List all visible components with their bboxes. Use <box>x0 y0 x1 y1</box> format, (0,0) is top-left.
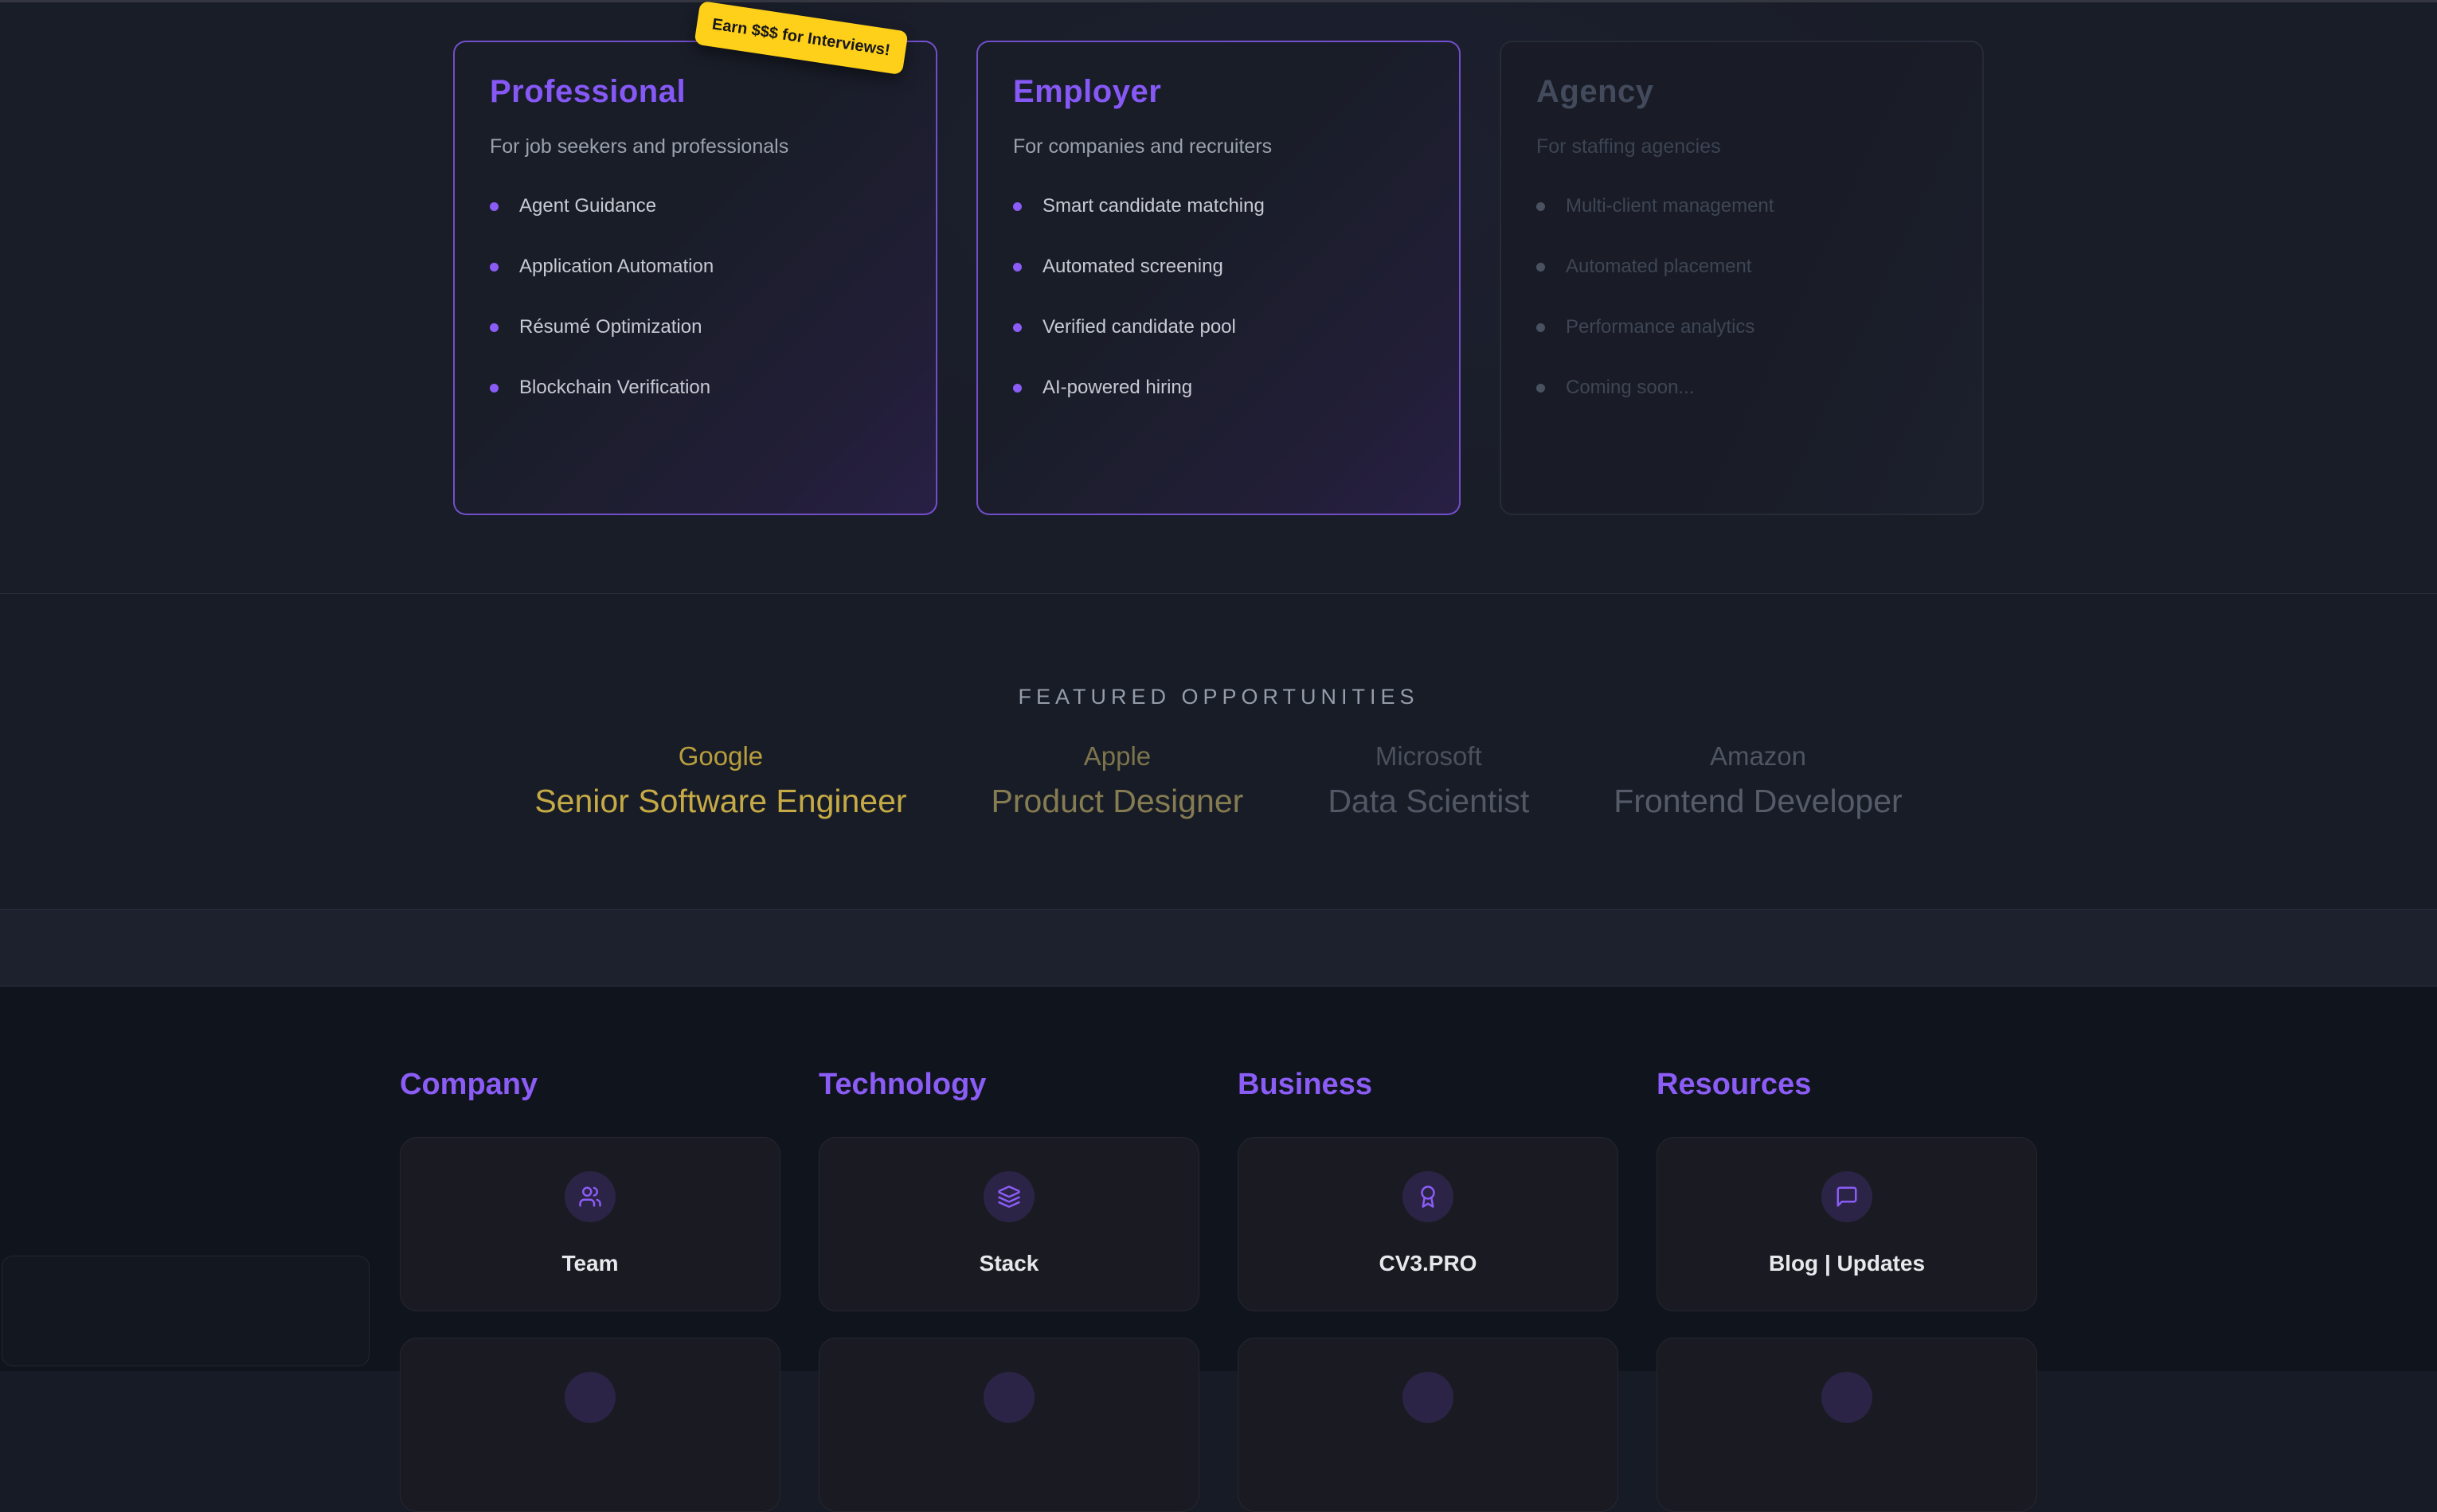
role-name: Frontend Developer <box>1614 783 1902 820</box>
faint-panel <box>2 1256 370 1366</box>
message-icon <box>1821 1171 1872 1222</box>
plan-feature: Application Automation <box>490 256 901 278</box>
footer-header-resources: Resources <box>1657 1068 2037 1102</box>
footer-card-label: CV3.PRO <box>1379 1251 1477 1276</box>
plans-row: Earn $$$ for Interviews! Professional Fo… <box>0 2 2437 515</box>
featured-row: Google Senior Software Engineer Apple Pr… <box>0 741 2437 820</box>
hidden-icon <box>1821 1372 1872 1423</box>
footer-card-blog[interactable]: Blog | Updates <box>1657 1137 2037 1311</box>
hidden-icon <box>565 1372 616 1423</box>
feature-text: Automated placement <box>1566 256 1751 278</box>
plan-feature: Verified candidate pool <box>1013 316 1424 338</box>
footer-card-stack[interactable]: Stack <box>819 1137 1199 1311</box>
plan-feature-list: Smart candidate matching Automated scree… <box>1013 195 1424 399</box>
award-icon <box>1402 1171 1453 1222</box>
feature-text: Application Automation <box>519 256 714 278</box>
featured-heading: FEATURED OPPORTUNITIES <box>0 594 2437 709</box>
footer-card-partial[interactable] <box>819 1338 1199 1512</box>
plans-section: Earn $$$ for Interviews! Professional Fo… <box>0 2 2437 594</box>
footer-column-business: Business CV3.PRO <box>1238 1068 1618 1512</box>
plan-card-agency: Agency For staffing agencies Multi-clien… <box>1500 41 1984 515</box>
plan-feature: Blockchain Verification <box>490 377 901 399</box>
footer-header-technology: Technology <box>819 1068 1199 1102</box>
company-name: Apple <box>992 741 1244 772</box>
bullet-dot <box>490 323 499 332</box>
users-icon <box>565 1171 616 1222</box>
bullet-dot <box>490 202 499 211</box>
bullet-dot <box>490 263 499 272</box>
plan-feature: Coming soon... <box>1536 377 1947 399</box>
footer-header-business: Business <box>1238 1068 1618 1102</box>
featured-opportunities-section: FEATURED OPPORTUNITIES Google Senior Sof… <box>0 594 2437 910</box>
plan-feature: Agent Guidance <box>490 195 901 217</box>
bullet-dot <box>1536 263 1545 272</box>
bullet-dot <box>1013 323 1022 332</box>
footer-column-resources: Resources Blog | Updates <box>1657 1068 2037 1512</box>
plan-feature-list: Multi-client management Automated placem… <box>1536 195 1947 399</box>
footer-card-cv3pro[interactable]: CV3.PRO <box>1238 1137 1618 1311</box>
footer-card-label: Team <box>561 1251 618 1276</box>
earn-badge: Earn $$$ for Interviews! <box>694 1 908 75</box>
plan-title-professional: Professional <box>490 74 901 110</box>
feature-text: Multi-client management <box>1566 195 1774 217</box>
feature-text: Résumé Optimization <box>519 316 702 338</box>
company-name: Google <box>534 741 906 772</box>
footer-card-partial[interactable] <box>400 1338 780 1512</box>
feature-text: Agent Guidance <box>519 195 656 217</box>
feature-text: Performance analytics <box>1566 316 1754 338</box>
featured-item-google[interactable]: Google Senior Software Engineer <box>534 741 906 820</box>
hidden-icon <box>984 1372 1035 1423</box>
bullet-dot <box>1013 202 1022 211</box>
plan-card-professional[interactable]: Earn $$$ for Interviews! Professional Fo… <box>453 41 937 515</box>
footer-section: Company Team Technology Stack <box>0 987 2437 1371</box>
plan-feature: Automated placement <box>1536 256 1947 278</box>
layers-icon <box>984 1171 1035 1222</box>
featured-item-microsoft[interactable]: Microsoft Data Scientist <box>1328 741 1529 820</box>
bullet-dot <box>490 384 499 393</box>
company-name: Amazon <box>1614 741 1902 772</box>
plan-subtitle-professional: For job seekers and professionals <box>490 135 901 158</box>
plan-feature: Résumé Optimization <box>490 316 901 338</box>
plan-title-employer: Employer <box>1013 74 1424 110</box>
footer-header-company: Company <box>400 1068 780 1102</box>
footer-grid: Company Team Technology Stack <box>400 987 2037 1512</box>
plan-subtitle-agency: For staffing agencies <box>1536 135 1947 158</box>
footer-card-partial[interactable] <box>1238 1338 1618 1512</box>
role-name: Product Designer <box>992 783 1244 820</box>
bullet-dot <box>1013 384 1022 393</box>
role-name: Data Scientist <box>1328 783 1529 820</box>
footer-column-technology: Technology Stack <box>819 1068 1199 1512</box>
role-name: Senior Software Engineer <box>534 783 906 820</box>
footer-card-label: Blog | Updates <box>1769 1251 1925 1276</box>
footer-card-partial[interactable] <box>1657 1338 2037 1512</box>
plan-feature: AI-powered hiring <box>1013 377 1424 399</box>
feature-text: Blockchain Verification <box>519 377 710 399</box>
bullet-dot <box>1536 323 1545 332</box>
hidden-icon <box>1402 1372 1453 1423</box>
feature-text: Coming soon... <box>1566 377 1694 399</box>
footer-column-company: Company Team <box>400 1068 780 1512</box>
bullet-dot <box>1536 384 1545 393</box>
plan-feature-list: Agent Guidance Application Automation Ré… <box>490 195 901 399</box>
footer-card-team[interactable]: Team <box>400 1137 780 1311</box>
featured-item-apple[interactable]: Apple Product Designer <box>992 741 1244 820</box>
feature-text: AI-powered hiring <box>1042 377 1192 399</box>
company-name: Microsoft <box>1328 741 1529 772</box>
plan-feature: Smart candidate matching <box>1013 195 1424 217</box>
cta-strip <box>0 910 2437 987</box>
plan-title-agency: Agency <box>1536 74 1947 110</box>
plan-card-employer[interactable]: Employer For companies and recruiters Sm… <box>976 41 1461 515</box>
plan-feature: Automated screening <box>1013 256 1424 278</box>
featured-item-amazon[interactable]: Amazon Frontend Developer <box>1614 741 1902 820</box>
footer-card-label: Stack <box>980 1251 1039 1276</box>
bullet-dot <box>1536 202 1545 211</box>
feature-text: Automated screening <box>1042 256 1223 278</box>
plan-subtitle-employer: For companies and recruiters <box>1013 135 1424 158</box>
plan-feature: Performance analytics <box>1536 316 1947 338</box>
feature-text: Verified candidate pool <box>1042 316 1236 338</box>
plan-feature: Multi-client management <box>1536 195 1947 217</box>
bullet-dot <box>1013 263 1022 272</box>
feature-text: Smart candidate matching <box>1042 195 1265 217</box>
